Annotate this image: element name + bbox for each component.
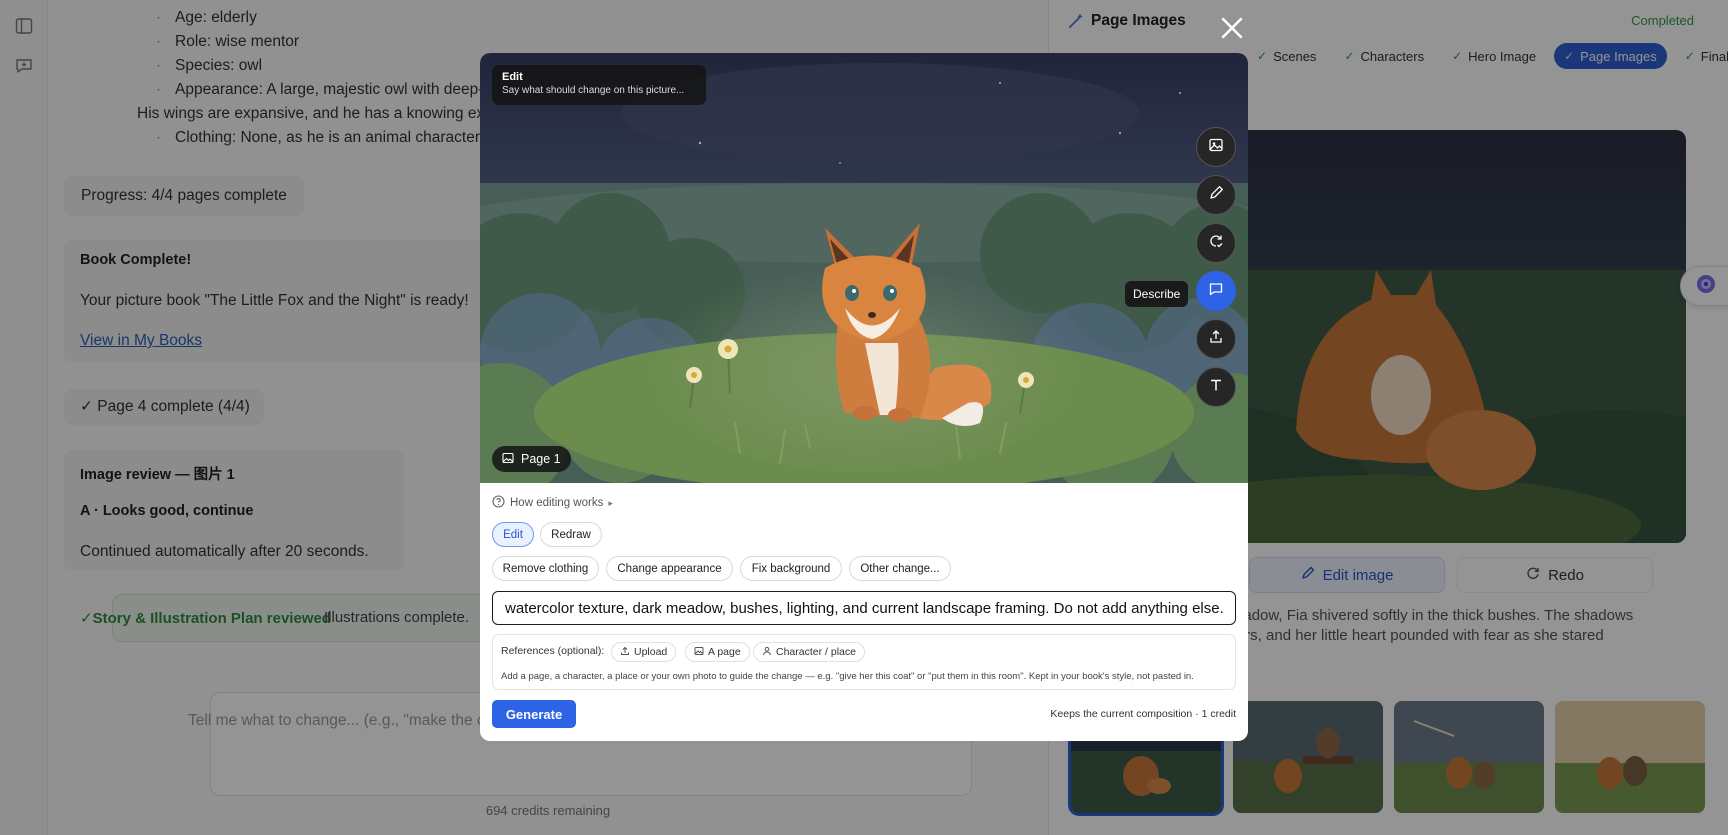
edit-tooltip-text: Say what should change on this picture..…	[502, 85, 685, 96]
pencil-icon	[1208, 185, 1224, 206]
chevron-right-icon: ▸	[608, 497, 613, 508]
credit-cost-note: Keeps the current composition · 1 credit	[1050, 708, 1236, 720]
image-tool-button[interactable]	[1196, 127, 1236, 167]
help-icon	[492, 495, 505, 511]
page-reference-label: A page	[708, 646, 741, 658]
page-badge-label: Page 1	[521, 452, 561, 466]
page-badge: Page 1	[492, 446, 571, 472]
export-tool-button[interactable]	[1196, 319, 1236, 359]
image-icon	[694, 646, 704, 659]
redraw-tool-button[interactable]	[1196, 223, 1236, 263]
comment-icon	[1208, 281, 1224, 302]
redraw-icon	[1208, 233, 1224, 254]
references-label: References (optional):	[501, 645, 605, 657]
upload-reference-button[interactable]: Upload	[611, 642, 677, 662]
how-editing-works-label: How editing works	[510, 497, 604, 509]
image-icon	[502, 452, 514, 467]
page-reference-button[interactable]: A page	[685, 642, 750, 662]
references-hint: Add a page, a character, a place or your…	[501, 671, 1194, 682]
edit-tool-button[interactable]	[1196, 175, 1236, 215]
edit-instruction-value: watercolor texture, dark meadow, bushes,…	[505, 599, 1224, 617]
person-icon	[762, 646, 772, 659]
describe-tool-button[interactable]	[1196, 271, 1236, 311]
close-icon[interactable]	[1218, 14, 1246, 42]
edit-image-modal: Edit Say what should change on this pict…	[480, 53, 1248, 741]
image-icon	[1208, 137, 1224, 158]
other-change-button[interactable]: Other change...	[849, 556, 951, 581]
generate-button[interactable]: Generate	[492, 700, 576, 728]
share-icon	[1208, 329, 1224, 350]
mode-edit-button[interactable]: Edit	[492, 522, 534, 547]
change-appearance-button[interactable]: Change appearance	[606, 556, 733, 581]
text-tool-button[interactable]	[1196, 367, 1236, 407]
character-reference-label: Character / place	[776, 646, 856, 658]
edit-instruction-input[interactable]: watercolor texture, dark meadow, bushes,…	[492, 591, 1236, 625]
mode-redraw-button[interactable]: Redraw	[540, 522, 602, 547]
character-reference-button[interactable]: Character / place	[753, 642, 865, 662]
modal-image: Edit Say what should change on this pict…	[480, 53, 1248, 503]
edit-tooltip-title: Edit	[502, 71, 523, 83]
how-editing-works-link[interactable]: How editing works ▸	[492, 495, 613, 511]
edit-tooltip: Edit Say what should change on this pict…	[492, 65, 706, 105]
fix-background-button[interactable]: Fix background	[740, 556, 842, 581]
remove-clothing-button[interactable]: Remove clothing	[492, 556, 599, 581]
text-icon	[1208, 377, 1224, 398]
references-box: References (optional): Upload A page Cha…	[492, 634, 1236, 690]
upload-label: Upload	[634, 646, 668, 658]
describe-tooltip: Describe	[1125, 281, 1189, 307]
upload-icon	[620, 646, 630, 659]
